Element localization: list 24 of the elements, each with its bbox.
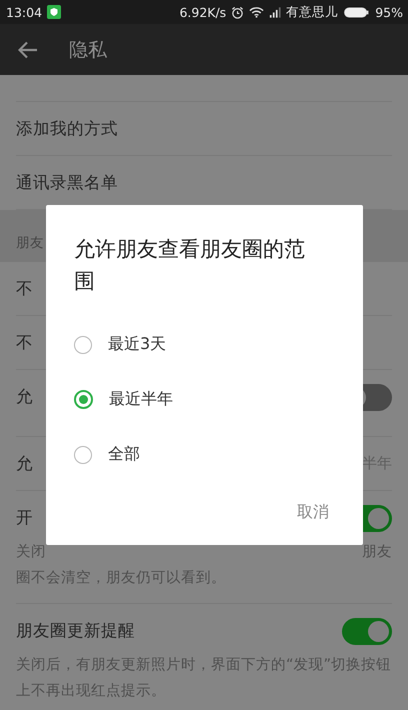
setting-label: 允 bbox=[16, 386, 33, 408]
signal-icon bbox=[269, 6, 282, 18]
status-time: 13:04 bbox=[6, 4, 42, 20]
back-arrow-icon[interactable] bbox=[18, 40, 38, 58]
radio-button[interactable] bbox=[74, 390, 93, 409]
battery-percent: 95% bbox=[375, 4, 403, 20]
option-label[interactable]: 最近3天 bbox=[108, 334, 166, 355]
battery-icon bbox=[343, 6, 370, 18]
setting-label: 朋友圈更新提醒 bbox=[16, 620, 135, 642]
setting-label: 开 bbox=[16, 507, 33, 529]
radio-button[interactable] bbox=[74, 446, 92, 464]
settings-row[interactable]: 添加我的方式 bbox=[16, 102, 392, 156]
dialog-title: 允许朋友查看朋友圈的范围 bbox=[74, 236, 306, 295]
network-speed: 6.92K/s bbox=[179, 4, 226, 20]
option-label[interactable]: 全部 bbox=[108, 444, 140, 465]
shield-icon bbox=[47, 5, 62, 19]
option-label[interactable]: 最近半年 bbox=[109, 389, 173, 410]
cancel-button[interactable]: 取消 bbox=[285, 494, 341, 531]
wifi-icon bbox=[249, 6, 264, 18]
page-title: 隐私 bbox=[69, 38, 107, 62]
alarm-icon bbox=[231, 6, 244, 18]
carrier-name: 有意思儿 bbox=[286, 4, 338, 20]
toggle-switch[interactable] bbox=[342, 618, 392, 644]
radio-button[interactable] bbox=[74, 336, 92, 354]
